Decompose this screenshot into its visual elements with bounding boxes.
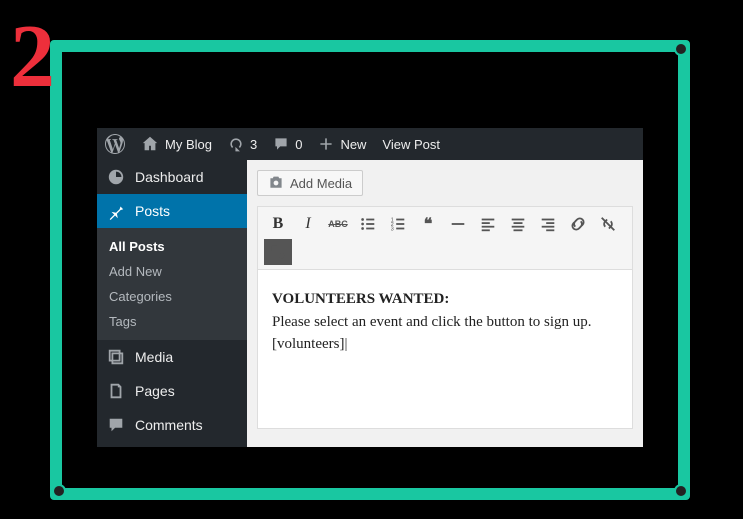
site-name: My Blog [165, 137, 212, 152]
posts-submenu: All Posts Add New Categories Tags [97, 228, 247, 340]
media-icon [107, 348, 125, 366]
frame-dot [674, 42, 688, 56]
plus-icon [318, 136, 334, 152]
toolbar-blockquote[interactable]: ❝ [414, 211, 442, 237]
toolbar-link[interactable] [564, 211, 592, 237]
admin-sidebar: Dashboard Posts All Posts Add New Catego… [97, 160, 247, 447]
editor-shortcode: [volunteers] [272, 336, 348, 352]
submenu-add-new[interactable]: Add New [97, 259, 247, 284]
wp-logo[interactable] [97, 128, 133, 160]
toolbar-hr[interactable] [444, 211, 472, 237]
svg-text:3: 3 [391, 226, 394, 232]
wordpress-admin: My Blog 3 0 New View Post Dashboard Post… [97, 128, 643, 447]
sidebar-item-pages[interactable]: Pages [97, 374, 247, 408]
toolbar-align-right[interactable] [534, 211, 562, 237]
admin-toolbar: My Blog 3 0 New View Post [97, 128, 643, 160]
toolbar-plugin-button[interactable] [264, 239, 292, 265]
comment-icon [273, 136, 289, 152]
toolbar-strikethrough[interactable]: ABC [324, 211, 352, 237]
content-editor[interactable]: VOLUNTEERS WANTED: Please select an even… [257, 269, 633, 429]
sidebar-item-label: Comments [135, 417, 203, 433]
toolbar-bullet-list[interactable] [354, 211, 382, 237]
toolbar-unlink[interactable] [594, 211, 622, 237]
submenu-tags[interactable]: Tags [97, 309, 247, 334]
toolbar-italic[interactable]: I [294, 211, 322, 237]
new-content-link[interactable]: New [310, 128, 374, 160]
comments-count: 0 [295, 137, 302, 152]
site-name-link[interactable]: My Blog [133, 128, 220, 160]
frame-dot [674, 484, 688, 498]
sidebar-item-comments[interactable]: Comments [97, 408, 247, 442]
comments-link[interactable]: 0 [265, 128, 310, 160]
view-post-link[interactable]: View Post [374, 128, 448, 160]
updates-link[interactable]: 3 [220, 128, 265, 160]
view-post-label: View Post [382, 137, 440, 152]
camera-icon [268, 175, 284, 191]
update-icon [228, 136, 244, 152]
editor-body: Please select an event and click the but… [272, 311, 618, 334]
sidebar-item-label: Dashboard [135, 169, 204, 185]
comments-icon [107, 416, 125, 434]
pages-icon [107, 382, 125, 400]
editor-toolbar: B I ABC 123 ❝ [257, 206, 633, 269]
frame-dot [52, 484, 66, 498]
wordpress-icon [105, 134, 125, 154]
new-label: New [340, 137, 366, 152]
add-media-button[interactable]: Add Media [257, 170, 363, 196]
toolbar-align-center[interactable] [504, 211, 532, 237]
sidebar-item-posts[interactable]: Posts [97, 194, 247, 228]
submenu-all-posts[interactable]: All Posts [97, 234, 247, 259]
toolbar-numbered-list[interactable]: 123 [384, 211, 412, 237]
sidebar-item-label: Pages [135, 383, 175, 399]
toolbar-bold[interactable]: B [264, 211, 292, 237]
pin-icon [107, 202, 125, 220]
editor-heading: VOLUNTEERS WANTED: [272, 288, 618, 311]
main-area: Dashboard Posts All Posts Add New Catego… [97, 160, 643, 447]
step-number: 2 [10, 5, 55, 108]
home-icon [141, 135, 159, 153]
sidebar-item-dashboard[interactable]: Dashboard [97, 160, 247, 194]
add-media-label: Add Media [290, 176, 352, 191]
dashboard-icon [107, 168, 125, 186]
submenu-categories[interactable]: Categories [97, 284, 247, 309]
content-area: Add Media B I ABC 123 ❝ VOLUNTEERS WANTE… [247, 160, 643, 447]
sidebar-item-label: Posts [135, 203, 170, 219]
sidebar-item-label: Media [135, 349, 173, 365]
sidebar-item-media[interactable]: Media [97, 340, 247, 374]
toolbar-align-left[interactable] [474, 211, 502, 237]
updates-count: 3 [250, 137, 257, 152]
